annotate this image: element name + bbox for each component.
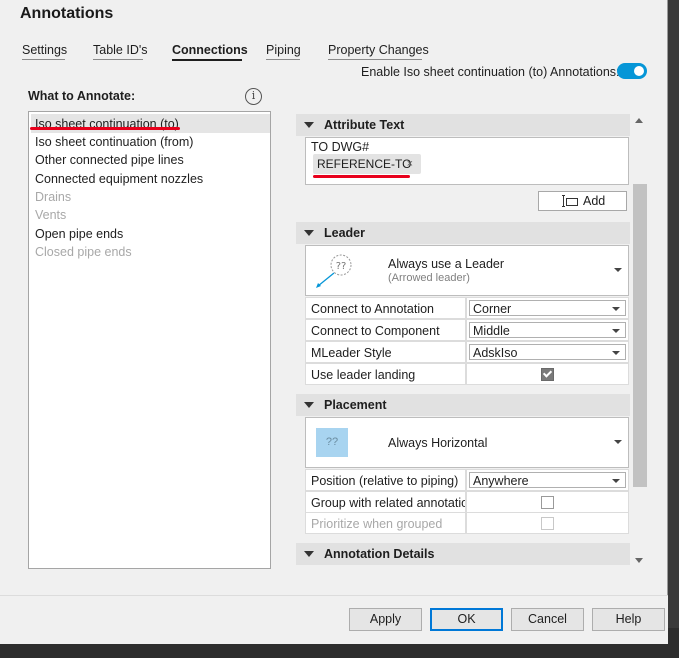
- prioritize-checkbox: [541, 517, 554, 530]
- attribute-static-text: TO DWG#: [311, 140, 370, 154]
- list-item-drains: Drains: [35, 190, 72, 204]
- list-item-other-pipe-lines[interactable]: Other connected pipe lines: [35, 151, 184, 169]
- annotate-list: Iso sheet continuation (to) Iso sheet co…: [28, 111, 271, 569]
- section-annotation-details-title: Annotation Details: [324, 547, 435, 561]
- collapse-triangle-icon: [304, 230, 314, 236]
- connect-to-annotation-select[interactable]: Corner: [469, 300, 626, 316]
- list-item-vents: Vents: [35, 208, 67, 222]
- prioritize-cell: [466, 512, 629, 534]
- placement-style-title: Always Horizontal: [388, 436, 488, 450]
- collapse-triangle-icon: [304, 122, 314, 128]
- group-related-checkbox[interactable]: [541, 496, 554, 509]
- section-annotation-details[interactable]: Annotation Details: [296, 543, 630, 565]
- position-value: Anywhere: [473, 474, 529, 488]
- leader-style-subtitle: (Arrowed leader): [388, 272, 470, 284]
- toggle-knob: [634, 66, 644, 76]
- tab-table-ids[interactable]: Table ID's: [93, 43, 148, 57]
- section-attribute-text[interactable]: Attribute Text: [296, 114, 630, 136]
- tab-settings[interactable]: Settings: [22, 43, 67, 57]
- connect-to-component-label: Connect to Component: [305, 319, 466, 341]
- tab-property-changes-underline: [328, 59, 422, 60]
- ok-button[interactable]: OK: [430, 608, 503, 631]
- checkmark-icon: [542, 368, 553, 378]
- scrollbar-thumb[interactable]: [633, 184, 647, 487]
- chevron-down-icon: [614, 440, 622, 444]
- tab-connections[interactable]: Connections: [172, 43, 248, 57]
- enable-toggle[interactable]: [617, 63, 647, 79]
- chevron-down-icon: [612, 307, 620, 311]
- chevron-down-icon: [612, 479, 620, 483]
- dialog-title: Annotations: [20, 5, 114, 22]
- position-label: Position (relative to piping): [305, 469, 466, 491]
- mleader-style-select[interactable]: AdskIso: [469, 344, 626, 360]
- list-item-iso-from[interactable]: Iso sheet continuation (from): [35, 133, 193, 151]
- list-item-closed-pipe-ends: Closed pipe ends: [35, 245, 132, 259]
- mleader-style-label: MLeader Style: [305, 341, 466, 363]
- connect-to-component-cell: Middle: [466, 319, 629, 341]
- tab-table-ids-underline: [93, 59, 143, 60]
- section-placement-title: Placement: [324, 398, 387, 412]
- section-attribute-text-title: Attribute Text: [324, 118, 405, 132]
- leader-style-dropdown[interactable]: ?? Always use a Leader (Arrowed leader): [305, 245, 629, 296]
- chip-remove-icon[interactable]: ×: [407, 154, 413, 174]
- scroll-up-icon[interactable]: [635, 118, 643, 123]
- info-icon[interactable]: i: [245, 88, 262, 105]
- tab-property-changes[interactable]: Property Changes: [328, 43, 429, 57]
- chevron-down-icon: [612, 329, 620, 333]
- tab-piping[interactable]: Piping: [266, 43, 301, 57]
- what-to-annotate-label: What to Annotate:: [28, 89, 136, 103]
- tab-connections-underline: [172, 59, 242, 61]
- placement-style-dropdown[interactable]: ?? Always Horizontal: [305, 417, 629, 468]
- prioritize-label: Prioritize when grouped: [305, 512, 466, 534]
- group-related-label: Group with related annotations: [305, 491, 466, 513]
- markup-underline-chip: [313, 175, 410, 178]
- apply-button[interactable]: Apply: [349, 608, 422, 631]
- connect-to-component-select[interactable]: Middle: [469, 322, 626, 338]
- use-leader-landing-checkbox[interactable]: [541, 368, 554, 381]
- background-app-strip: [668, 0, 679, 658]
- add-button-label: Add: [583, 194, 606, 208]
- tab-piping-underline: [266, 59, 300, 60]
- connect-to-annotation-cell: Corner: [466, 297, 629, 319]
- tab-settings-underline: [22, 59, 65, 60]
- svg-text:??: ??: [336, 261, 347, 272]
- chevron-down-icon: [614, 268, 622, 272]
- placement-preview-icon: ??: [316, 428, 348, 457]
- collapse-triangle-icon: [304, 551, 314, 557]
- attribute-chip-reference-to[interactable]: REFERENCE-TO ×: [313, 154, 421, 174]
- chevron-down-icon: [612, 351, 620, 355]
- position-cell: Anywhere: [466, 469, 629, 491]
- use-leader-landing-label: Use leader landing: [305, 363, 466, 385]
- leader-style-title: Always use a Leader: [388, 257, 505, 271]
- mleader-style-cell: AdskIso: [466, 341, 629, 363]
- connect-to-annotation-label: Connect to Annotation: [305, 297, 466, 319]
- scroll-down-icon[interactable]: [635, 558, 643, 563]
- list-item-open-pipe-ends[interactable]: Open pipe ends: [35, 225, 123, 243]
- section-leader[interactable]: Leader: [296, 222, 630, 244]
- use-leader-landing-cell: [466, 363, 629, 385]
- group-related-cell: [466, 491, 629, 513]
- section-leader-title: Leader: [324, 226, 365, 240]
- mleader-style-value: AdskIso: [473, 346, 518, 360]
- collapse-triangle-icon: [304, 402, 314, 408]
- section-placement[interactable]: Placement: [296, 394, 630, 416]
- position-select[interactable]: Anywhere: [469, 472, 626, 488]
- list-item-equipment-nozzles[interactable]: Connected equipment nozzles: [35, 170, 203, 188]
- connect-to-annotation-value: Corner: [473, 302, 512, 316]
- leader-preview-icon: ??: [316, 254, 352, 288]
- help-button[interactable]: Help: [592, 608, 665, 631]
- add-button[interactable]: Add: [538, 191, 627, 211]
- enable-label: Enable Iso sheet continuation (to) Annot…: [361, 65, 620, 79]
- connect-to-component-value: Middle: [473, 324, 510, 338]
- markup-underline: [30, 127, 180, 130]
- chip-label: REFERENCE-TO: [317, 157, 412, 171]
- cancel-button[interactable]: Cancel: [511, 608, 584, 631]
- add-field-icon: [562, 195, 578, 207]
- list-item-iso-to[interactable]: Iso sheet continuation (to): [35, 115, 179, 133]
